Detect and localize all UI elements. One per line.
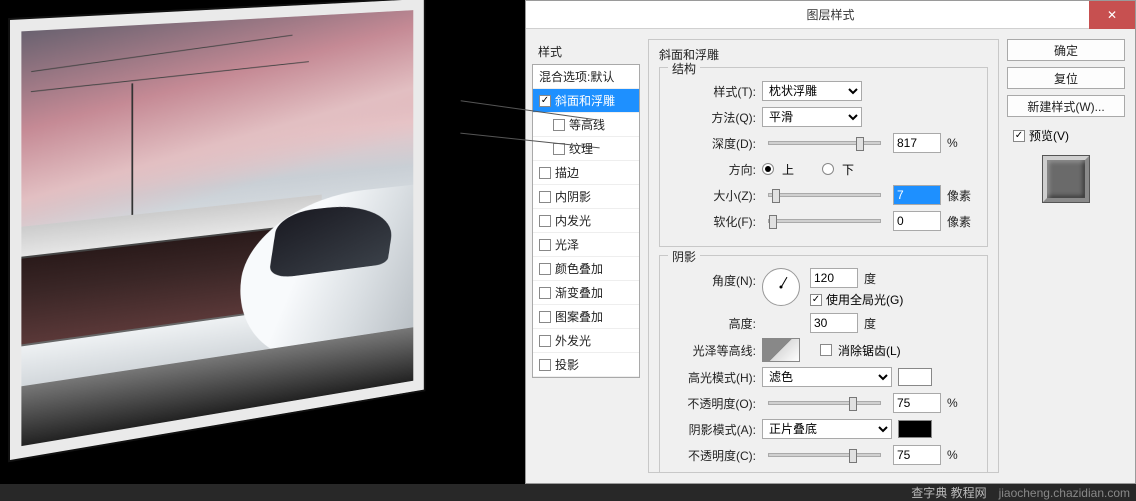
checkbox-icon[interactable]: [539, 335, 551, 347]
style-preview-swatch: [1043, 156, 1089, 202]
style-item-texture[interactable]: 纹理: [533, 137, 639, 161]
depth-input[interactable]: [893, 133, 941, 153]
style-item-stroke[interactable]: 描边: [533, 161, 639, 185]
styles-header: 样式: [532, 39, 640, 64]
watermark-brand: 查字典 教程网: [911, 484, 986, 501]
checkbox-icon[interactable]: [539, 95, 551, 107]
angle-dial[interactable]: [762, 268, 800, 306]
depth-label: 深度(D):: [670, 135, 756, 152]
style-item-gradient-overlay[interactable]: 渐变叠加: [533, 281, 639, 305]
anti-alias-checkbox[interactable]: [820, 344, 832, 356]
direction-label: 方向:: [670, 161, 756, 178]
close-button[interactable]: ✕: [1089, 1, 1135, 29]
style-item-color-overlay[interactable]: 颜色叠加: [533, 257, 639, 281]
checkbox-icon[interactable]: [553, 119, 565, 131]
layer-style-dialog: 图层样式 ✕ 样式 混合选项:默认 斜面和浮雕 等高线 纹理 描边 内阴影 内发…: [525, 0, 1136, 484]
preview-label: 预览(V): [1029, 127, 1069, 144]
checkbox-icon[interactable]: [539, 311, 551, 323]
settings-panel: 斜面和浮雕 结构 样式(T): 枕状浮雕 方法(Q): 平滑 深度(D): %: [648, 39, 999, 473]
size-label: 大小(Z):: [670, 187, 756, 204]
altitude-unit: 度: [864, 315, 894, 332]
dialog-titlebar[interactable]: 图层样式 ✕: [526, 1, 1135, 29]
altitude-label: 高度:: [670, 315, 756, 332]
canvas-area: [0, 0, 525, 501]
angle-unit: 度: [864, 270, 894, 287]
shadow-opacity-input[interactable]: [893, 445, 941, 465]
size-slider[interactable]: [768, 193, 881, 197]
panel-title: 斜面和浮雕: [659, 46, 988, 63]
photo-frame: [10, 0, 424, 460]
checkbox-icon[interactable]: [539, 191, 551, 203]
highlight-opacity-label: 不透明度(O):: [670, 395, 756, 412]
style-item-pattern-overlay[interactable]: 图案叠加: [533, 305, 639, 329]
checkbox-icon[interactable]: [539, 287, 551, 299]
checkbox-icon[interactable]: [539, 263, 551, 275]
highlight-color-swatch[interactable]: [898, 368, 932, 386]
gloss-contour-picker[interactable]: [762, 338, 800, 362]
dialog-actions: 确定 复位 新建样式(W)... 预览(V): [1007, 39, 1125, 473]
shadow-mode-label: 阴影模式(A):: [670, 421, 756, 438]
style-item-inner-shadow[interactable]: 内阴影: [533, 185, 639, 209]
style-label: 样式(T):: [670, 83, 756, 100]
angle-label: 角度(N):: [670, 268, 756, 289]
checkbox-icon[interactable]: [539, 167, 551, 179]
global-light-checkbox[interactable]: [810, 294, 822, 306]
highlight-mode-select[interactable]: 滤色: [762, 367, 892, 387]
highlight-opacity-unit: %: [947, 396, 977, 410]
checkbox-icon[interactable]: [539, 239, 551, 251]
direction-down-radio[interactable]: [822, 163, 834, 175]
size-unit: 像素: [947, 187, 977, 204]
highlight-opacity-slider[interactable]: [768, 401, 881, 405]
style-item-blending[interactable]: 混合选项:默认: [533, 65, 639, 89]
styles-list: 混合选项:默认 斜面和浮雕 等高线 纹理 描边 内阴影 内发光 光泽 颜色叠加 …: [532, 64, 640, 378]
style-item-satin[interactable]: 光泽: [533, 233, 639, 257]
checkbox-icon[interactable]: [539, 215, 551, 227]
styles-column: 样式 混合选项:默认 斜面和浮雕 等高线 纹理 描边 内阴影 内发光 光泽 颜色…: [532, 39, 640, 473]
direction-up-label: 上: [782, 161, 794, 178]
style-item-inner-glow[interactable]: 内发光: [533, 209, 639, 233]
cancel-button[interactable]: 复位: [1007, 67, 1125, 89]
angle-input[interactable]: [810, 268, 858, 288]
soften-slider[interactable]: [768, 219, 881, 223]
watermark-footer: 查字典 教程网 jiaocheng.chazidian.com: [0, 484, 1136, 501]
shading-legend: 阴影: [668, 248, 700, 265]
checkbox-icon[interactable]: [539, 359, 551, 371]
altitude-input[interactable]: [810, 313, 858, 333]
new-style-button[interactable]: 新建样式(W)...: [1007, 95, 1125, 117]
depth-unit: %: [947, 136, 977, 150]
direction-down-label: 下: [842, 161, 854, 178]
shadow-opacity-unit: %: [947, 448, 977, 462]
highlight-opacity-input[interactable]: [893, 393, 941, 413]
shadow-color-swatch[interactable]: [898, 420, 932, 438]
shadow-opacity-label: 不透明度(C):: [670, 447, 756, 464]
shadow-opacity-slider[interactable]: [768, 453, 881, 457]
technique-label: 方法(Q):: [670, 109, 756, 126]
style-item-outer-glow[interactable]: 外发光: [533, 329, 639, 353]
style-item-bevel[interactable]: 斜面和浮雕: [533, 89, 639, 113]
depth-slider[interactable]: [768, 141, 881, 145]
watermark-url: jiaocheng.chazidian.com: [999, 486, 1130, 500]
soften-unit: 像素: [947, 213, 977, 230]
gloss-contour-label: 光泽等高线:: [670, 342, 756, 359]
size-input[interactable]: [893, 185, 941, 205]
dialog-title: 图层样式: [806, 6, 854, 23]
soften-input[interactable]: [893, 211, 941, 231]
style-item-drop-shadow[interactable]: 投影: [533, 353, 639, 377]
global-light-label: 使用全局光(G): [826, 291, 903, 308]
highlight-mode-label: 高光模式(H):: [670, 369, 756, 386]
soften-label: 软化(F):: [670, 213, 756, 230]
style-item-contour[interactable]: 等高线: [533, 113, 639, 137]
close-icon: ✕: [1107, 8, 1117, 22]
preview-checkbox[interactable]: [1013, 130, 1025, 142]
style-select[interactable]: 枕状浮雕: [762, 81, 862, 101]
ok-button[interactable]: 确定: [1007, 39, 1125, 61]
shading-fieldset: 阴影 角度(N): 度 使用全局光(G): [659, 255, 988, 473]
anti-alias-label: 消除锯齿(L): [838, 342, 901, 359]
structure-legend: 结构: [668, 60, 700, 77]
shadow-mode-select[interactable]: 正片叠底: [762, 419, 892, 439]
technique-select[interactable]: 平滑: [762, 107, 862, 127]
direction-up-radio[interactable]: [762, 163, 774, 175]
structure-fieldset: 结构 样式(T): 枕状浮雕 方法(Q): 平滑 深度(D): % 方向:: [659, 67, 988, 247]
